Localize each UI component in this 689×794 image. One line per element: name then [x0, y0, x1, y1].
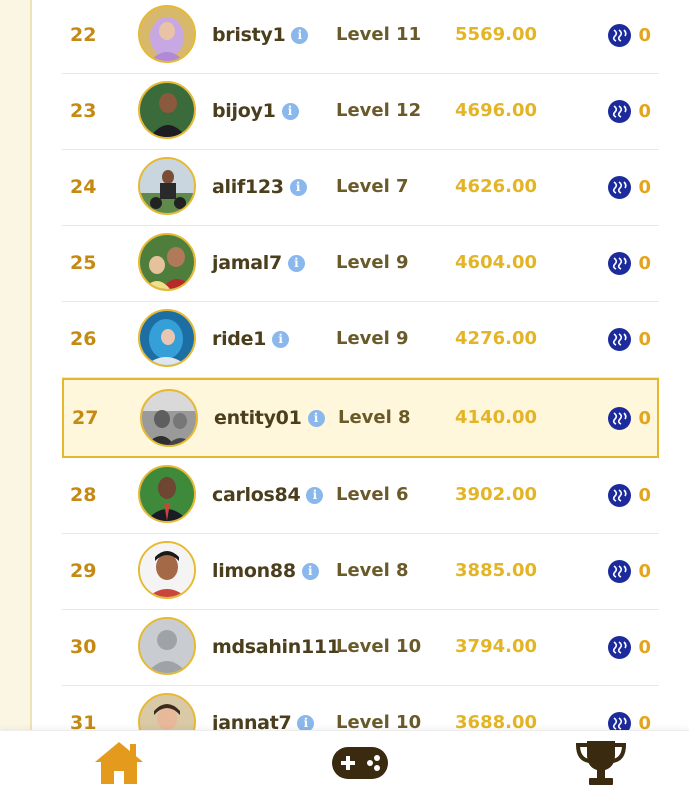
rank-number: 25 — [70, 252, 97, 274]
username[interactable]: mdsahin111 — [212, 636, 340, 658]
girl-avatar[interactable] — [138, 693, 196, 730]
user-level: Level 10 — [336, 636, 422, 657]
grayscale-man-avatar[interactable] — [140, 389, 198, 447]
user-level: Level 12 — [336, 100, 422, 121]
leaderboard-screen: 22 bristy1 i Level 11 5569.00 0 23 bijoy… — [0, 0, 689, 794]
info-icon[interactable]: i — [297, 714, 315, 730]
home-icon — [95, 742, 143, 784]
steem-coin-icon — [608, 23, 632, 47]
leaderboard-row[interactable]: 22 bristy1 i Level 11 5569.00 0 — [62, 0, 659, 74]
man-motorbike-avatar[interactable] — [138, 157, 196, 215]
left-rail — [0, 0, 32, 794]
steem-coin-icon — [608, 483, 632, 507]
info-icon[interactable]: i — [301, 562, 319, 580]
score-value: 4626.00 — [455, 176, 537, 197]
nav-games-button[interactable] — [330, 739, 390, 787]
rank-number: 27 — [72, 407, 99, 429]
info-icon[interactable]: i — [281, 102, 299, 120]
user-level: Level 8 — [336, 560, 409, 581]
gamepad-icon — [332, 747, 388, 779]
reward-value: 0 — [638, 560, 651, 582]
score-value: 4604.00 — [455, 252, 537, 273]
reward-value: 0 — [638, 407, 651, 429]
score-value: 4696.00 — [455, 100, 537, 121]
leaderboard-row[interactable]: 26 ride1 i Level 9 4276.00 0 — [62, 302, 659, 378]
user-level: Level 6 — [336, 484, 409, 505]
rank-number: 23 — [70, 100, 97, 122]
info-icon[interactable]: i — [291, 26, 309, 44]
username[interactable]: limon88 — [212, 560, 296, 582]
leaderboard-row[interactable]: 25 jamal7 i Level 9 4604.00 0 — [62, 226, 659, 302]
rank-number: 24 — [70, 176, 97, 198]
steem-coin-icon — [608, 175, 632, 199]
info-icon[interactable]: i — [306, 486, 324, 504]
leaderboard-row[interactable]: 24 alif123 i Level 7 4626.00 0 — [62, 150, 659, 226]
man-with-baby-avatar[interactable] — [138, 233, 196, 291]
steem-coin-icon — [608, 635, 632, 659]
username[interactable]: jamal7 — [212, 252, 282, 274]
user-level: Level 9 — [336, 252, 409, 273]
username[interactable]: bristy1 — [212, 24, 286, 46]
steem-coin-icon — [608, 251, 632, 275]
username[interactable]: entity01 — [214, 407, 302, 429]
leaderboard-row[interactable]: 29 limon88 i Level 8 3885.00 0 — [62, 534, 659, 610]
rank-number: 28 — [70, 484, 97, 506]
user-level: Level 10 — [336, 712, 422, 730]
leaderboard-row[interactable]: 30 mdsahin111 Level 10 3794.00 0 — [62, 610, 659, 686]
rank-number: 22 — [70, 24, 97, 46]
info-icon[interactable]: i — [272, 330, 290, 348]
trophy-icon — [575, 741, 627, 785]
username[interactable]: carlos84 — [212, 484, 301, 506]
reward-value: 0 — [638, 24, 651, 46]
score-value: 3688.00 — [455, 712, 537, 730]
reward-value: 0 — [638, 252, 651, 274]
user-level: Level 9 — [336, 328, 409, 349]
reward-value: 0 — [638, 100, 651, 122]
leaderboard-row[interactable]: 31 jannat7 i Level 10 3688.00 0 — [62, 686, 659, 730]
nav-home-button[interactable] — [89, 739, 149, 787]
score-value: 4276.00 — [455, 328, 537, 349]
username[interactable]: alif123 — [212, 176, 284, 198]
bottom-nav — [0, 730, 689, 794]
steem-coin-icon — [608, 99, 632, 123]
man-dark-shirt-avatar[interactable] — [138, 81, 196, 139]
rank-number: 31 — [70, 712, 97, 730]
user-level: Level 11 — [336, 24, 422, 45]
reward-value: 0 — [638, 712, 651, 731]
reward-value: 0 — [638, 176, 651, 198]
steem-coin-icon — [608, 406, 632, 430]
blue-hijab-avatar[interactable] — [138, 309, 196, 367]
username[interactable]: jannat7 — [212, 712, 292, 730]
leaderboard-row[interactable]: 28 carlos84 i Level 6 3902.00 0 — [62, 458, 659, 534]
steem-coin-icon — [608, 327, 632, 351]
score-value: 3794.00 — [455, 636, 537, 657]
young-man-avatar[interactable] — [138, 541, 196, 599]
info-icon[interactable]: i — [289, 178, 307, 196]
woman-hijab-avatar[interactable] — [138, 5, 196, 63]
rank-number: 26 — [70, 328, 97, 350]
rank-number: 30 — [70, 636, 97, 658]
steem-coin-icon — [608, 711, 632, 730]
info-icon[interactable]: i — [307, 409, 325, 427]
man-suit-avatar[interactable] — [138, 465, 196, 523]
info-icon[interactable]: i — [287, 254, 305, 272]
leaderboard-list[interactable]: 22 bristy1 i Level 11 5569.00 0 23 bijoy… — [62, 0, 659, 730]
reward-value: 0 — [638, 328, 651, 350]
nav-leaderboard-button[interactable] — [571, 739, 631, 787]
reward-value: 0 — [638, 484, 651, 506]
leaderboard-row[interactable]: 23 bijoy1 i Level 12 4696.00 0 — [62, 74, 659, 150]
user-level: Level 7 — [336, 176, 409, 197]
username[interactable]: ride1 — [212, 328, 266, 350]
score-value: 4140.00 — [455, 407, 537, 428]
score-value: 3902.00 — [455, 484, 537, 505]
score-value: 5569.00 — [455, 24, 537, 45]
rank-number: 29 — [70, 560, 97, 582]
steem-coin-icon — [608, 559, 632, 583]
leaderboard-row-current-user[interactable]: 27 entity01 i Level 8 4140.00 0 — [62, 378, 659, 458]
default-user-avatar[interactable] — [138, 617, 196, 675]
user-level: Level 8 — [338, 407, 411, 428]
score-value: 3885.00 — [455, 560, 537, 581]
username[interactable]: bijoy1 — [212, 100, 276, 122]
reward-value: 0 — [638, 636, 651, 658]
